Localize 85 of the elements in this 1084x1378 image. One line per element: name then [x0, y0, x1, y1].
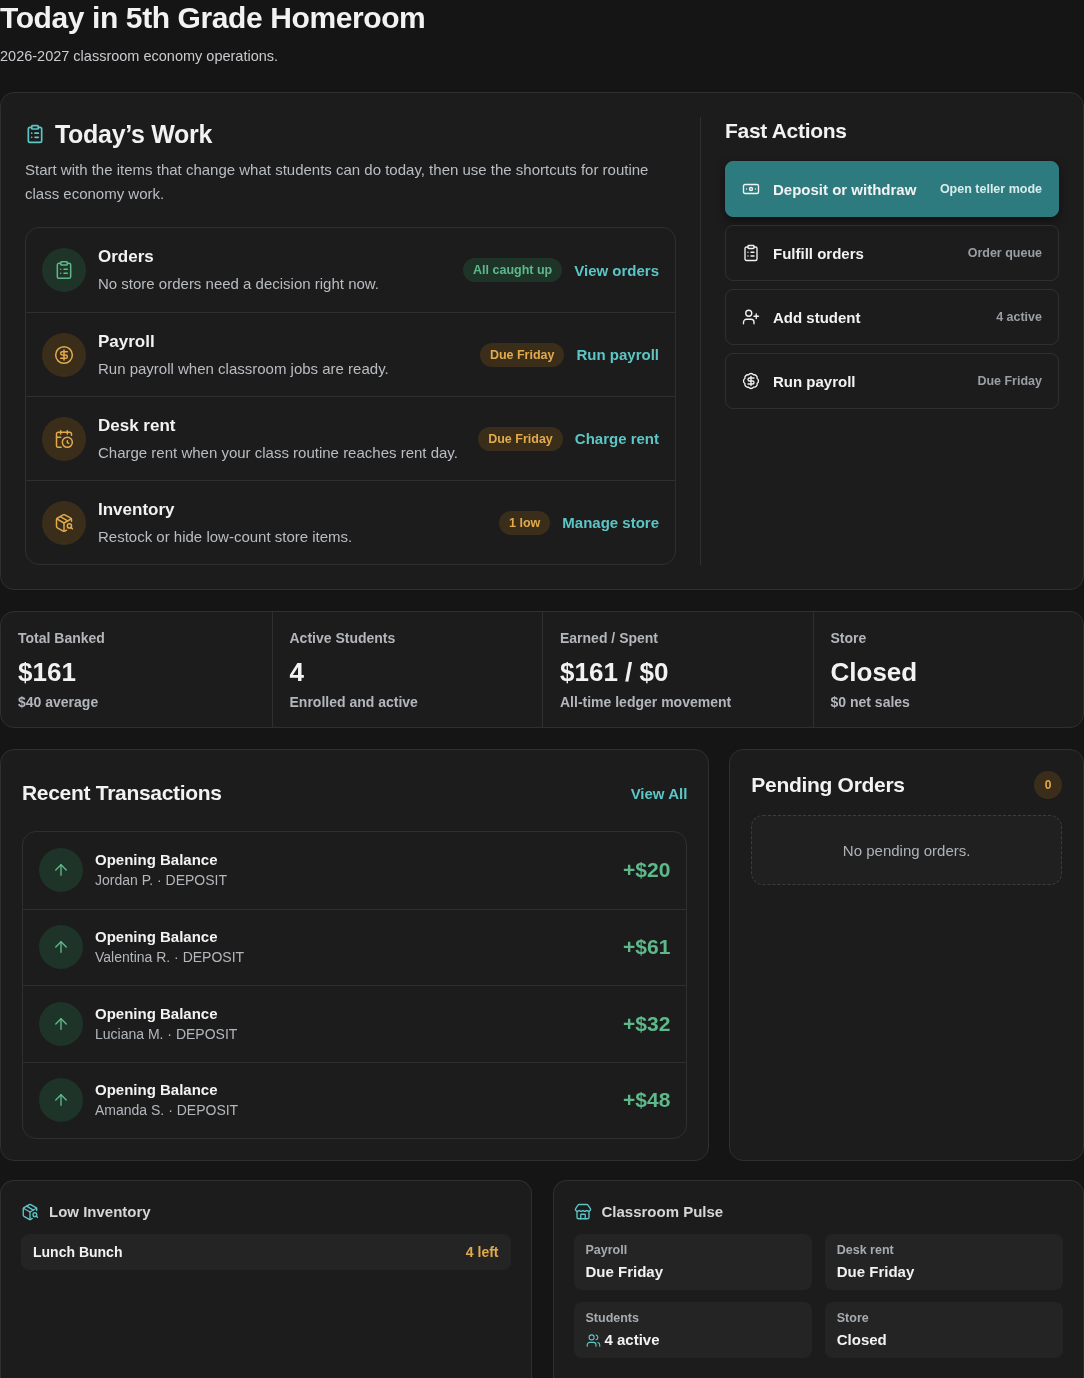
fast-action-button[interactable]: Run payroll Due Friday	[725, 353, 1059, 409]
status-badge: 1 low	[499, 510, 551, 535]
task-description: No store orders need a decision right now.	[98, 274, 379, 294]
task-title: Payroll	[98, 330, 155, 353]
transaction-detail: Luciana M. · DEPOSIT	[95, 1024, 238, 1044]
tile-value: Closed	[836, 1330, 887, 1350]
stat-value: $161	[18, 656, 76, 688]
transaction-title: Opening Balance	[95, 927, 218, 948]
stat-note: $40 average	[18, 693, 99, 712]
dollar-badge-icon	[742, 372, 760, 390]
stat-note: Enrolled and active	[289, 693, 418, 712]
arrow-up-icon	[39, 925, 83, 970]
status-badge: All caught up	[463, 258, 563, 282]
page-subtitle: 2026-2027 classroom economy operations.	[0, 47, 279, 66]
count-badge: 0	[1034, 771, 1062, 799]
view-all-link[interactable]: View All	[630, 784, 688, 802]
fast-action-button[interactable]: Deposit or withdraw Open teller mode	[725, 161, 1059, 217]
clipboard-icon	[25, 124, 45, 144]
task-title: Orders	[98, 246, 154, 268]
stat-label: Active Students	[289, 629, 396, 648]
task-description: Restock or hide low-count store items.	[98, 526, 353, 547]
dollar-coin-icon	[42, 332, 86, 377]
transaction-amount: +$48	[623, 1088, 671, 1113]
transaction-amount: +$20	[623, 858, 671, 883]
action-link[interactable]: Charge rent	[574, 430, 659, 447]
package-magnifier-icon	[42, 500, 86, 545]
page-title: Today in 5th Grade Homeroom	[0, 0, 426, 36]
section-title: Recent Transactions	[22, 780, 222, 806]
tile-label: Payroll	[585, 1242, 628, 1258]
transaction-detail: Valentina R. · DEPOSIT	[95, 948, 245, 968]
transaction-title: Opening Balance	[95, 1080, 218, 1101]
clipboard-icon	[42, 248, 86, 292]
section-title: Today’s Work	[55, 119, 213, 150]
tile-value: Due Friday	[836, 1262, 915, 1282]
calendar-clock-icon	[42, 416, 86, 461]
action-link[interactable]: Manage store	[562, 514, 659, 531]
tile-label: Students	[585, 1310, 639, 1326]
action-hint: Order queue	[967, 246, 1042, 260]
package-magnifier-icon	[21, 1203, 39, 1221]
section-title: Pending Orders	[751, 772, 905, 798]
fast-action-button[interactable]: Fulfill orders Order queue	[725, 225, 1059, 281]
stat-label: Earned / Spent	[560, 629, 659, 648]
task-title: Desk rent	[98, 414, 176, 437]
transaction-amount: +$61	[623, 935, 671, 960]
transaction-detail: Jordan P. · DEPOSIT	[95, 871, 227, 891]
stock-count: 4 left	[465, 1244, 499, 1260]
section-title: Fast Actions	[725, 118, 848, 144]
empty-state: No pending orders.	[751, 815, 1062, 885]
action-hint: Due Friday	[977, 374, 1042, 388]
action-link[interactable]: View orders	[574, 261, 659, 279]
transaction-title: Opening Balance	[95, 1003, 218, 1024]
status-badge: Due Friday	[479, 342, 565, 367]
status-badge: Due Friday	[478, 426, 563, 451]
stat-note: All-time ledger movement	[560, 693, 732, 712]
section-description: Start with the items that change what students can do today, then use the shortcuts for routine class economy work.	[25, 160, 650, 204]
section-title: Classroom Pulse	[601, 1202, 724, 1222]
fast-action-button[interactable]: Add student 4 active	[725, 289, 1059, 345]
action-link[interactable]: Run payroll	[576, 346, 659, 363]
tile-label: Desk rent	[836, 1242, 894, 1258]
users-icon	[585, 1332, 601, 1348]
tile-value: 4 active	[604, 1330, 660, 1350]
arrow-up-icon	[39, 848, 83, 893]
section-title: Low Inventory	[49, 1202, 151, 1222]
stat-note: $0 net sales	[830, 693, 910, 712]
tile-label: Store	[836, 1310, 869, 1326]
transaction-detail: Amanda S. · DEPOSIT	[95, 1101, 239, 1121]
action-hint: 4 active	[996, 310, 1042, 324]
stat-value: $161 / $0	[560, 656, 669, 688]
tile-value: Due Friday	[585, 1262, 664, 1282]
clipboard-icon	[742, 244, 760, 262]
arrow-up-icon	[39, 1078, 83, 1123]
arrow-up-icon	[39, 1001, 83, 1046]
stat-value: 4	[289, 656, 304, 688]
stat-label: Total Banked	[18, 629, 105, 648]
add-user-icon	[742, 308, 760, 326]
action-hint: Open teller mode	[939, 182, 1042, 196]
task-description: Charge rent when your class routine reaches rent day.	[98, 442, 458, 463]
task-title: Inventory	[98, 498, 175, 521]
item-name: Lunch Bunch	[33, 1244, 123, 1260]
store-icon	[573, 1203, 592, 1221]
stat-label: Store	[830, 629, 867, 648]
transaction-title: Opening Balance	[95, 850, 218, 871]
stat-value: Closed	[830, 656, 918, 688]
transaction-amount: +$32	[623, 1011, 671, 1036]
task-description: Run payroll when classroom jobs are ready.	[98, 358, 389, 379]
